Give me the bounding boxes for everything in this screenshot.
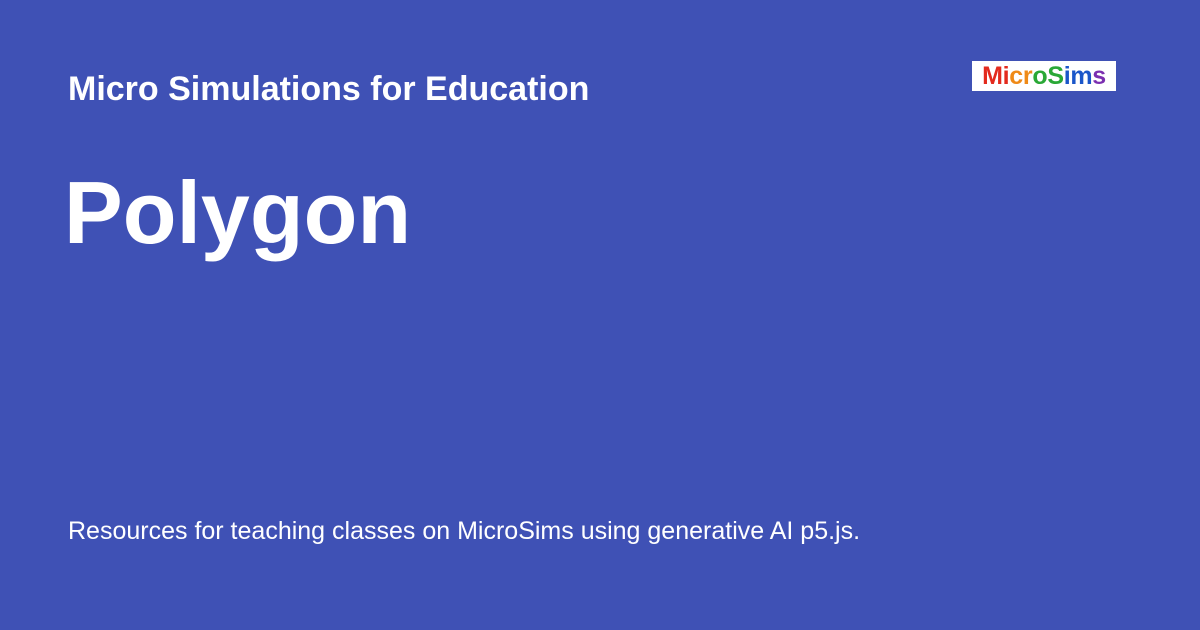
page-title: Polygon xyxy=(64,163,412,262)
logo-letter: S xyxy=(1047,62,1064,90)
logo-letter: m xyxy=(1070,62,1093,90)
logo-text: MicroSims xyxy=(982,61,1106,91)
logo-letter: M xyxy=(982,62,1003,90)
logo-letter: c xyxy=(1009,62,1023,90)
logo-letter: o xyxy=(1032,62,1048,90)
page-description: Resources for teaching classes on MicroS… xyxy=(68,517,861,545)
microsims-logo[interactable]: MicroSims xyxy=(972,61,1116,91)
site-name: Micro Simulations for Education xyxy=(68,70,590,108)
logo-letter: r xyxy=(1022,62,1033,90)
logo-letter: s xyxy=(1092,62,1106,90)
